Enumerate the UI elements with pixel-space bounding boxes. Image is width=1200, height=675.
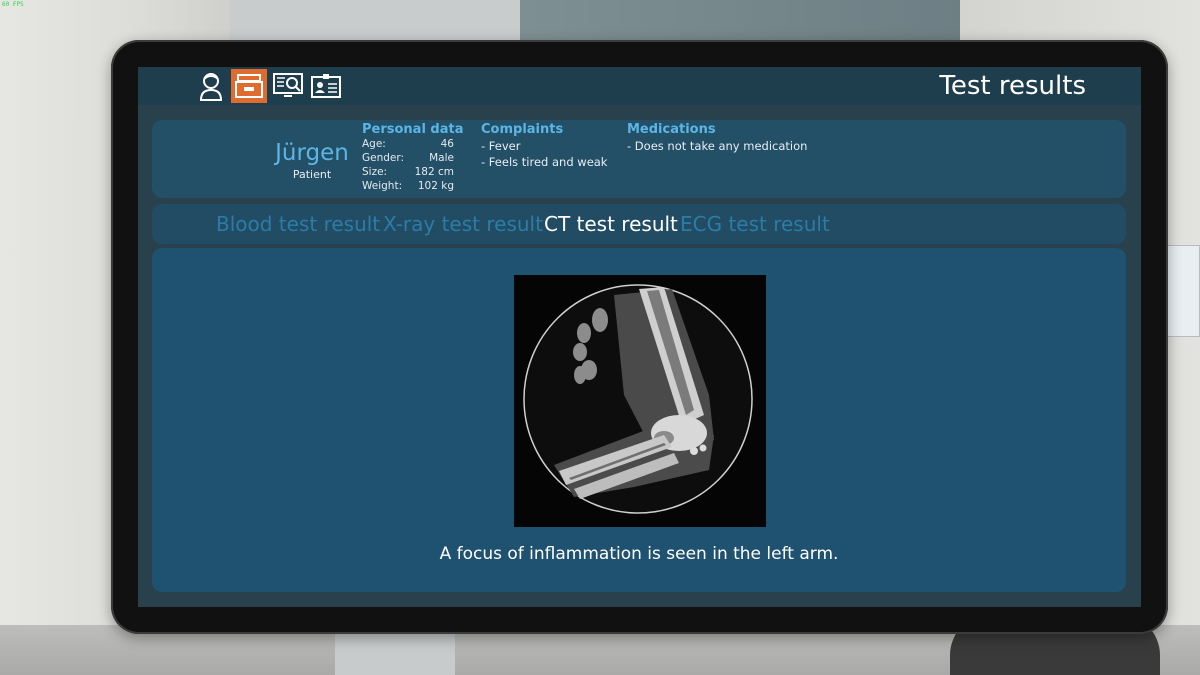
tab-xray-test[interactable]: X-ray test result (383, 212, 543, 236)
age-label: Age: (362, 138, 386, 150)
page-title: Test results (939, 71, 1086, 101)
weight-row: Weight: 102 kg (362, 180, 454, 194)
complaint-item: - Feels tired and weak (481, 155, 608, 169)
complaints-heading: Complaints (481, 122, 564, 137)
result-tabs: Blood test result X-ray test result CT t… (152, 204, 1126, 244)
age-value: 46 (440, 138, 454, 150)
tab-ecg-test[interactable]: ECG test result (680, 212, 830, 236)
weight-label: Weight: (362, 180, 403, 192)
result-panel: A focus of inflammation is seen in the l… (152, 248, 1126, 592)
patient-card: Jürgen Patient Personal data Age: 46 Gen… (152, 120, 1126, 198)
tab-blood-test[interactable]: Blood test result (216, 212, 380, 236)
ct-scan-drawing (514, 275, 766, 527)
background-window (520, 0, 960, 42)
patient-name: Jürgen (275, 140, 349, 166)
size-row: Size: 182 cm (362, 166, 454, 180)
result-caption: A focus of inflammation is seen in the l… (439, 544, 839, 564)
top-bar: Test results (138, 67, 1141, 105)
gender-label: Gender: (362, 152, 405, 164)
gender-row: Gender: Male (362, 152, 454, 166)
personal-data-heading: Personal data (362, 122, 464, 137)
ct-scan-image (514, 275, 766, 527)
medication-item: - Does not take any medication (627, 139, 808, 153)
nurse-icon[interactable] (193, 69, 229, 103)
age-row: Age: 46 (362, 138, 454, 152)
tablet-screen: Test results Jürgen Patient Personal dat… (138, 67, 1141, 607)
medications-heading: Medications (627, 122, 716, 137)
size-label: Size: (362, 166, 388, 178)
fps-counter: 60 FPS (2, 1, 24, 8)
weight-value: 102 kg (417, 180, 454, 192)
gender-value: Male (429, 152, 454, 164)
file-drawer-icon[interactable] (231, 69, 267, 103)
id-card-icon[interactable] (308, 69, 344, 103)
complaint-item: - Fever (481, 139, 521, 153)
tab-ct-test[interactable]: CT test result (544, 212, 678, 236)
size-value: 182 cm (414, 166, 454, 178)
patient-role: Patient (292, 168, 332, 181)
monitor-search-icon[interactable] (270, 69, 306, 103)
tablet-device: Test results Jürgen Patient Personal dat… (111, 40, 1168, 634)
